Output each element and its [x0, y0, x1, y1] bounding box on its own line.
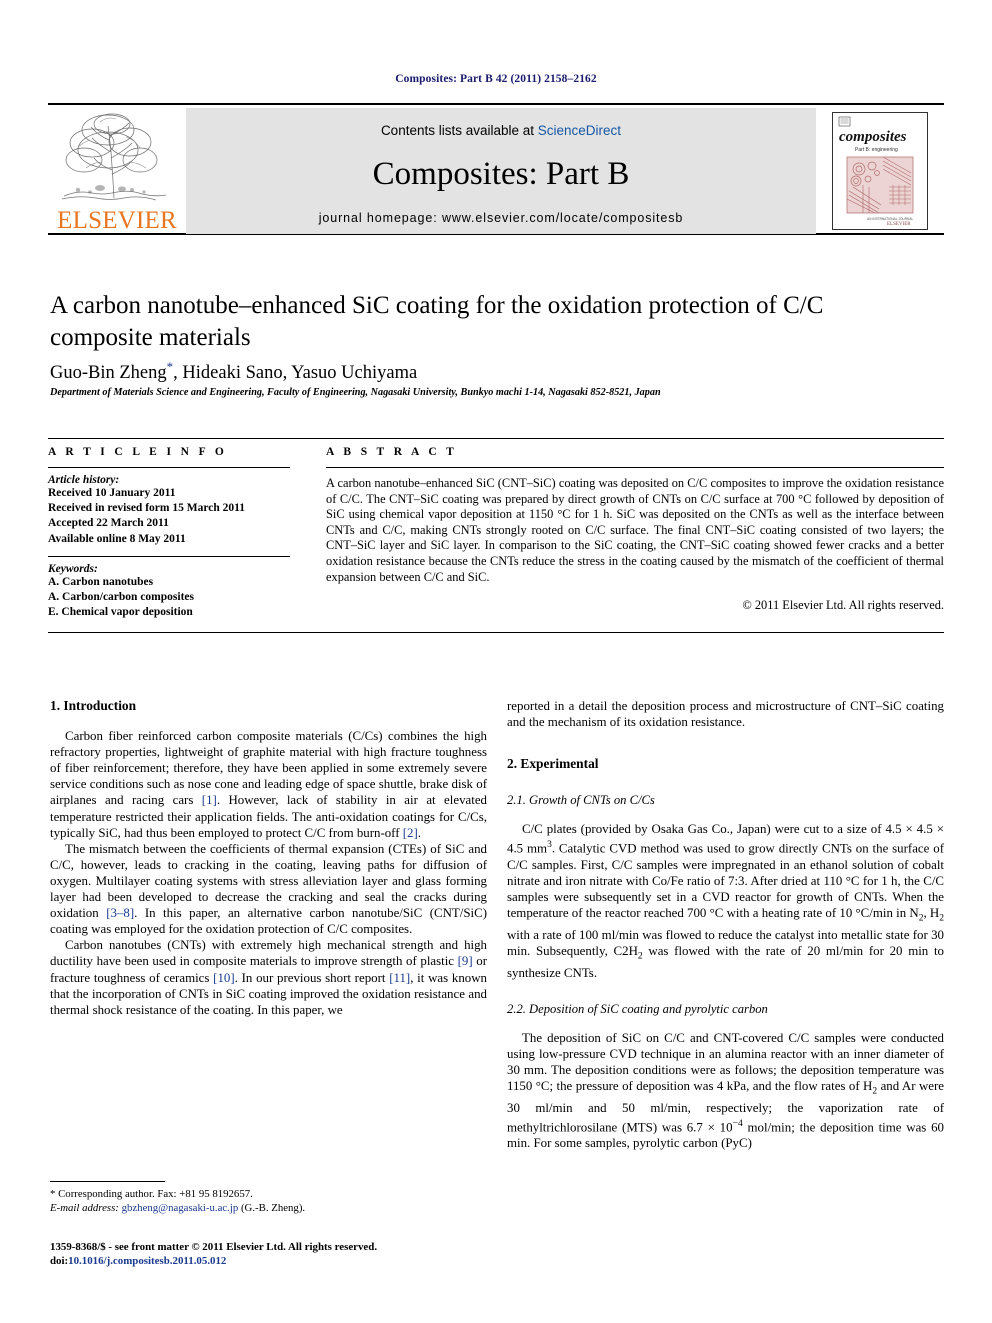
svg-text:composites: composites: [839, 129, 907, 145]
journal-banner: ELSEVIER Contents lists available at Sci…: [48, 103, 944, 235]
citation-ref[interactable]: [3–8]: [106, 906, 134, 920]
paragraph-2-1: C/C plates (provided by Osaka Gas Co., J…: [507, 822, 945, 980]
abstract-heading: A B S T R A C T: [326, 446, 458, 458]
author-corresponding: Guo-Bin Zheng: [50, 363, 167, 384]
keyword-item: E. Chemical vapor deposition: [48, 606, 193, 619]
abstract-text: A carbon nanotube–enhanced SiC (CNT–SiC)…: [326, 476, 944, 584]
citation-ref[interactable]: [11]: [389, 971, 410, 985]
doi-label: doi:: [50, 1255, 69, 1267]
corresponding-author-footnote: * Corresponding author. Fax: +81 95 8192…: [50, 1181, 487, 1215]
author-list: Guo-Bin Zheng*, Hideaki Sano, Yasuo Uchi…: [50, 359, 930, 384]
svg-text:ELSEVIER: ELSEVIER: [887, 222, 911, 227]
paragraph-intro-2: The mismatch between the coefficients of…: [50, 841, 487, 938]
journal-title: Composites: Part B: [372, 156, 630, 192]
article-info-heading: A R T I C L E I N F O: [48, 446, 228, 458]
elsevier-tree-icon: [61, 113, 167, 201]
running-head: Composites: Part B 42 (2011) 2158–2162: [395, 73, 597, 85]
history-item: Available online 8 May 2011: [48, 532, 186, 545]
doi-link[interactable]: 10.1016/j.compositesb.2011.05.012: [68, 1255, 226, 1267]
paragraph-intro-3: Carbon nanotubes (CNTs) with extremely h…: [50, 937, 487, 1017]
subsection-heading-2-2: 2.2. Deposition of SiC coating and pyrol…: [507, 1001, 768, 1016]
keyword-item: A. Carbon nanotubes: [48, 575, 154, 588]
email-suffix: (G.-B. Zheng).: [240, 1202, 306, 1214]
journal-cover-thumbnail: composites Part B: engineering AN INTERN…: [816, 108, 944, 234]
cover-image: composites Part B: engineering AN INTERN…: [832, 112, 928, 230]
history-item: Received in revised form 15 March 2011: [48, 502, 245, 515]
contents-available-line: Contents lists available at ScienceDirec…: [186, 123, 816, 138]
article-title: A carbon nanotube–enhanced SiC coating f…: [50, 292, 824, 351]
keyword-item: A. Carbon/carbon composites: [48, 591, 194, 604]
body-column-left: 1. Introduction Carbon fiber reinforced …: [50, 698, 487, 1018]
doi-line: doi:10.1016/j.compositesb.2011.05.012: [50, 1254, 550, 1268]
history-item: Accepted 22 March 2011: [48, 517, 169, 530]
page-footer: 1359-8368/$ - see front matter © 2011 El…: [50, 1240, 550, 1268]
issn-copyright-line: 1359-8368/$ - see front matter © 2011 El…: [50, 1241, 378, 1253]
section-heading-experimental: 2. Experimental: [507, 756, 599, 772]
affiliation: Department of Materials Science and Engi…: [50, 387, 661, 398]
para-text: Carbon nanotubes (CNTs) with extremely h…: [50, 938, 487, 969]
keywords-label: Keywords:: [48, 562, 98, 575]
band-bottom-rule: [48, 632, 944, 633]
abstract-rule: [326, 467, 944, 468]
citation-ref[interactable]: [10]: [213, 971, 234, 985]
cover-artwork-icon: composites Part B: engineering AN INTERN…: [833, 113, 927, 229]
footnote-email: E-mail address: gbzheng@nagasaki-u.ac.jp…: [50, 1201, 487, 1215]
citation-ref[interactable]: [1]: [202, 793, 217, 807]
history-item: Received 10 January 2011: [48, 487, 176, 499]
info-rule-2: [48, 555, 290, 557]
subsection-heading-2-1: 2.1. Growth of CNTs on C/Cs: [507, 793, 655, 808]
para-text: .: [417, 825, 422, 840]
email-label: E-mail address:: [50, 1202, 119, 1214]
band-top-rule: [48, 438, 944, 439]
contents-prefix: Contents lists available at: [380, 123, 538, 138]
body-column-right: reported in a detail the deposition proc…: [507, 698, 944, 1151]
sciencedirect-link[interactable]: ScienceDirect: [538, 123, 621, 138]
journal-homepage-link[interactable]: journal homepage: www.elsevier.com/locat…: [186, 211, 816, 225]
svg-text:Part B: engineering: Part B: engineering: [855, 147, 898, 153]
section-heading-introduction: 1. Introduction: [50, 698, 137, 713]
article-info-column: A R T I C L E I N F O Article history: R…: [48, 446, 290, 620]
info-abstract-band: A R T I C L E I N F O Article history: R…: [48, 438, 944, 636]
banner-center: Contents lists available at ScienceDirec…: [186, 108, 816, 234]
elsevier-logo: ELSEVIER: [48, 108, 186, 234]
author-others: , Hideaki Sano, Yasuo Uchiyama: [173, 363, 418, 384]
abstract-copyright: © 2011 Elsevier Ltd. All rights reserved…: [742, 598, 944, 613]
paper-page: Composites: Part B 42 (2011) 2158–2162 E…: [0, 0, 992, 1323]
footnote-corresponding: * Corresponding author. Fax: +81 95 8192…: [50, 1188, 253, 1200]
email-link[interactable]: gbzheng@nagasaki-u.ac.jp: [122, 1202, 239, 1214]
paragraph-2-2: The deposition of SiC on C/C and CNT-cov…: [507, 1030, 944, 1151]
article-history-label: Article history:: [48, 474, 120, 486]
para-text: . In our previous short report: [234, 970, 390, 985]
citation-ref[interactable]: [2]: [403, 826, 418, 840]
footnote-rule: [50, 1181, 165, 1182]
paragraph-intro-1: Carbon fiber reinforced carbon composite…: [50, 728, 487, 841]
abstract-column: A B S T R A C T A carbon nanotube–enhanc…: [326, 446, 944, 613]
info-rule-1: [48, 467, 290, 468]
citation-ref[interactable]: [9]: [458, 954, 473, 968]
svg-text:AN INTERNATIONAL JOURNAL: AN INTERNATIONAL JOURNAL: [867, 217, 913, 221]
elsevier-wordmark: ELSEVIER: [57, 207, 177, 234]
paragraph-continued: reported in a detail the deposition proc…: [507, 699, 944, 730]
